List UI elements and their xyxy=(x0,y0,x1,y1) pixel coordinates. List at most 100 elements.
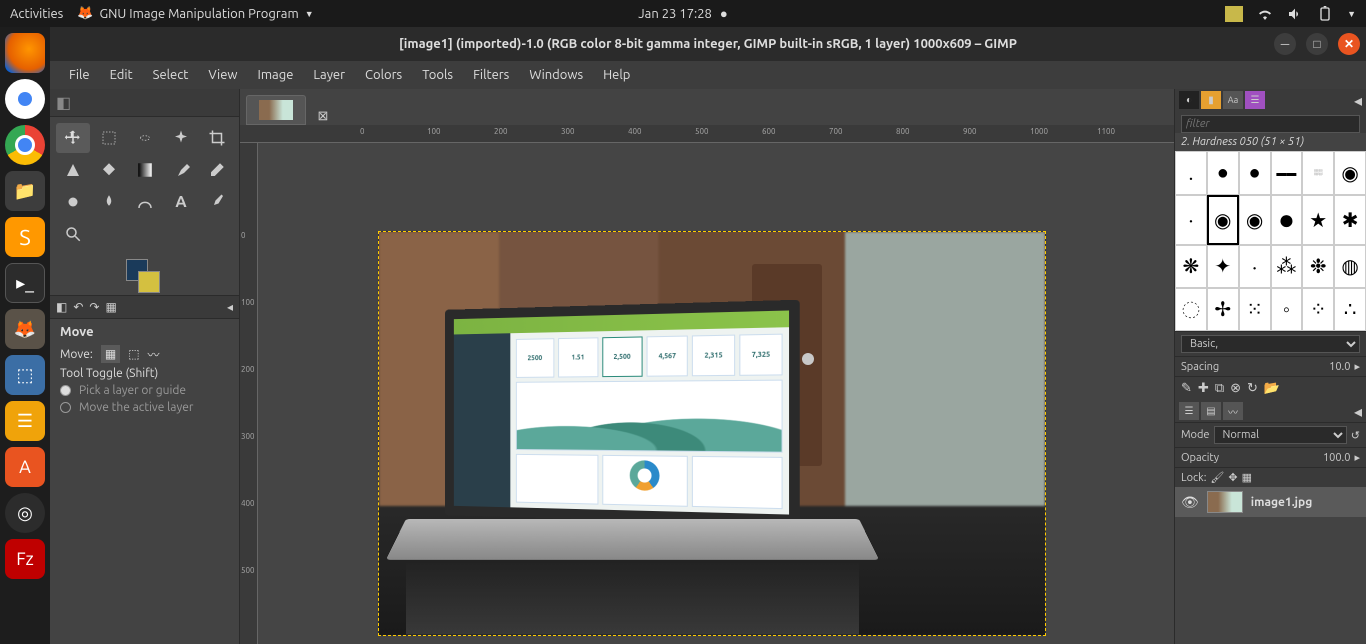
spacing-value[interactable]: 10.0 xyxy=(1329,361,1350,373)
move-mode-layer-icon[interactable]: ▦ xyxy=(101,345,120,363)
brush-item[interactable]: ◍ xyxy=(1334,245,1366,288)
brush-item[interactable]: ✱ xyxy=(1334,195,1366,246)
zoom-tool[interactable] xyxy=(56,219,90,249)
images-tab-icon[interactable]: ▦ xyxy=(105,300,116,314)
brush-item[interactable]: ∴ xyxy=(1334,288,1366,332)
notes-indicator-icon[interactable] xyxy=(1225,6,1243,22)
tab-close-button[interactable]: ⊠ xyxy=(314,107,332,125)
brush-item[interactable]: ● xyxy=(1271,195,1303,246)
new-brush-icon[interactable]: ✚ xyxy=(1198,381,1209,396)
rect-select-tool[interactable] xyxy=(92,123,126,153)
tab-menu-icon[interactable]: ◂ xyxy=(227,300,233,314)
brush-item[interactable]: ◌ xyxy=(1175,288,1207,332)
system-menu-chevron-icon[interactable]: ▼ xyxy=(1347,9,1356,19)
paths-tab[interactable]: 〰 xyxy=(1223,402,1243,420)
brush-item[interactable]: ◉ xyxy=(1239,195,1271,246)
free-select-tool[interactable] xyxy=(128,123,162,153)
dock-notes[interactable]: ☰ xyxy=(5,401,45,441)
dock-assist[interactable]: ◎ xyxy=(5,493,45,533)
brush-item[interactable]: · xyxy=(1239,245,1271,288)
dock-chrome[interactable] xyxy=(5,125,45,165)
brush-item[interactable]: · xyxy=(1175,195,1207,246)
smudge-tool[interactable] xyxy=(92,187,126,217)
dock-gimp[interactable]: 🦊 xyxy=(5,309,45,349)
bucket-fill-tool[interactable] xyxy=(92,155,126,185)
pick-layer-radio[interactable] xyxy=(60,385,71,396)
dock-firefox[interactable] xyxy=(5,33,45,73)
move-mode-selection-icon[interactable]: ⬚ xyxy=(128,347,139,361)
menu-edit[interactable]: Edit xyxy=(101,64,142,86)
move-active-radio[interactable] xyxy=(60,402,71,413)
color-swatches[interactable] xyxy=(50,255,239,295)
brushes-tab[interactable]: ◐ xyxy=(1179,91,1199,109)
brush-filter-input[interactable] xyxy=(1181,115,1360,133)
brush-item[interactable]: ▬▬ xyxy=(1271,151,1303,195)
menu-windows[interactable]: Windows xyxy=(520,64,592,86)
menu-colors[interactable]: Colors xyxy=(356,64,411,86)
crop-tool[interactable] xyxy=(200,123,234,153)
tool-options-tab-icon[interactable]: ◧ xyxy=(56,300,67,314)
edit-brush-icon[interactable]: ✎ xyxy=(1181,381,1192,396)
brush-item[interactable]: ● xyxy=(1239,151,1271,195)
menu-layer[interactable]: Layer xyxy=(304,64,354,86)
brush-item[interactable]: ❋ xyxy=(1175,245,1207,288)
opacity-value[interactable]: 100.0 xyxy=(1323,452,1351,464)
brush-item-selected[interactable]: ◉ xyxy=(1207,195,1239,246)
undo-history-icon[interactable]: ↶ xyxy=(73,300,83,314)
opacity-stepper-icon[interactable]: ▸ xyxy=(1354,451,1360,464)
text-tool[interactable]: A xyxy=(164,187,198,217)
lock-pixels-icon[interactable]: 🖌 xyxy=(1210,471,1224,484)
activities-button[interactable]: Activities xyxy=(10,7,63,21)
brush-item[interactable]: ✢ xyxy=(1207,288,1239,332)
wifi-icon[interactable] xyxy=(1257,6,1273,22)
horizontal-ruler[interactable]: 0 100 200 300 400 500 600 700 800 900 10… xyxy=(240,125,1174,143)
history-tab[interactable]: ☰ xyxy=(1245,91,1265,109)
dock-chromium[interactable] xyxy=(5,79,45,119)
redo-icon[interactable]: ↷ xyxy=(89,300,99,314)
brush-item[interactable]: ⁘ xyxy=(1302,288,1334,332)
volume-icon[interactable] xyxy=(1287,6,1303,22)
brush-item[interactable]: ◉ xyxy=(1334,151,1366,195)
delete-brush-icon[interactable]: ⊗ xyxy=(1230,381,1241,396)
canvas[interactable]: 2500 1.51 2,500 4,567 2,315 7,325 xyxy=(258,143,1174,644)
layer-visibility-icon[interactable]: 👁 xyxy=(1181,494,1199,511)
lock-alpha-icon[interactable]: ▦ xyxy=(1242,471,1252,484)
fonts-tab[interactable]: Aa xyxy=(1223,91,1243,109)
battery-icon[interactable] xyxy=(1317,6,1333,22)
close-button[interactable]: ✕ xyxy=(1338,33,1360,55)
brush-item[interactable]: ◦ xyxy=(1271,288,1303,332)
vertical-ruler[interactable]: 0 100 200 300 400 500 xyxy=(240,143,258,644)
open-brush-icon[interactable]: 📂 xyxy=(1264,381,1280,396)
dock-settings[interactable]: A xyxy=(5,447,45,487)
layers-tab[interactable]: ☰ xyxy=(1179,402,1199,420)
color-picker-tool[interactable] xyxy=(200,187,234,217)
path-tool[interactable] xyxy=(128,187,162,217)
menu-help[interactable]: Help xyxy=(594,64,639,86)
dock-screenshot[interactable]: ⬚ xyxy=(5,355,45,395)
spacing-stepper-icon[interactable]: ▸ xyxy=(1354,360,1360,373)
refresh-brush-icon[interactable]: ↻ xyxy=(1247,381,1258,396)
app-menu[interactable]: 🦊 GNU Image Manipulation Program ▼ xyxy=(77,6,313,21)
dock-menu-icon[interactable]: ◂ xyxy=(1354,91,1362,110)
move-mode-path-icon[interactable]: 〰 xyxy=(148,346,160,363)
mode-reset-icon[interactable]: ↺ xyxy=(1351,429,1360,442)
gradient-tool[interactable] xyxy=(128,155,162,185)
brush-preset-select[interactable]: Basic, xyxy=(1181,335,1360,353)
layer-row[interactable]: 👁 image1.jpg xyxy=(1175,487,1366,517)
menu-tools[interactable]: Tools xyxy=(413,64,462,86)
fuzzy-select-tool[interactable] xyxy=(164,123,198,153)
menu-select[interactable]: Select xyxy=(144,64,198,86)
menu-filters[interactable]: Filters xyxy=(464,64,518,86)
dock-sublime[interactable]: S xyxy=(5,217,45,257)
eraser-tool[interactable] xyxy=(200,155,234,185)
document-tab[interactable] xyxy=(246,95,306,125)
dock-files[interactable]: 📁 xyxy=(5,171,45,211)
clock[interactable]: Jan 23 17:28 xyxy=(638,7,712,21)
toolbox-home-icon[interactable]: ◧ xyxy=(56,93,71,112)
transform-tool[interactable] xyxy=(56,155,90,185)
move-tool[interactable] xyxy=(56,123,90,153)
background-color[interactable] xyxy=(138,271,160,293)
maximize-button[interactable]: □ xyxy=(1306,33,1328,55)
patterns-tab[interactable]: ▮ xyxy=(1201,91,1221,109)
menu-view[interactable]: View xyxy=(199,64,246,86)
